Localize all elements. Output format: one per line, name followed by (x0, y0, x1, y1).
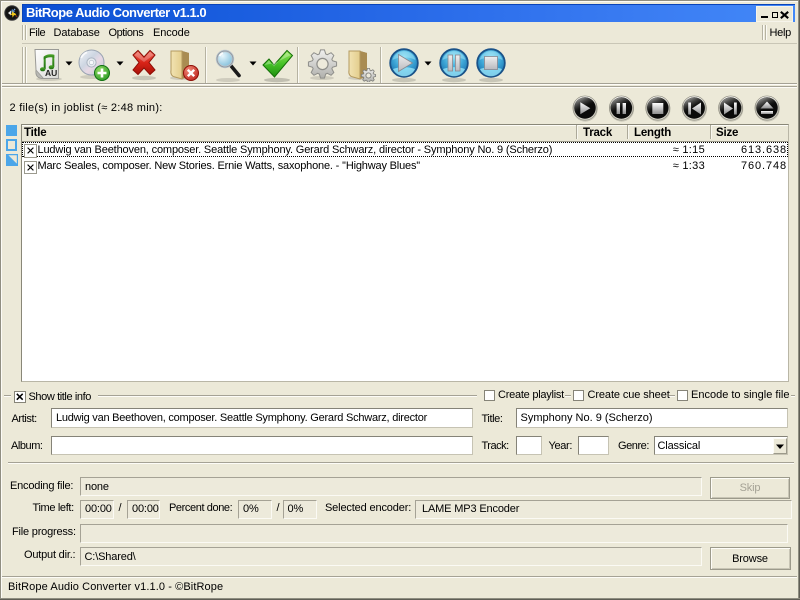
svg-text:AU: AU (45, 68, 57, 78)
